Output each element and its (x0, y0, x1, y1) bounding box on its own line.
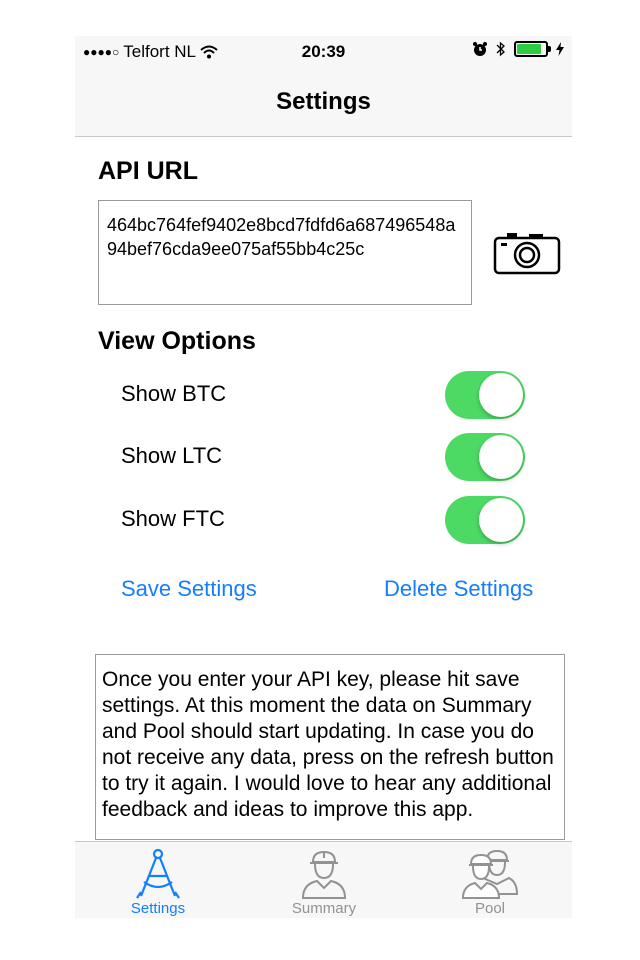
tab-label-settings: Settings (130, 900, 186, 917)
tab-label-summary: Summary (291, 900, 357, 917)
option-row-ltc: Show LTC (75, 431, 572, 481)
info-text-box[interactable]: Once you enter your API key, please hit … (95, 654, 565, 840)
option-row-btc: Show BTC (75, 369, 572, 419)
battery-icon (514, 41, 551, 57)
toggle-knob (479, 373, 523, 417)
worker-icon (301, 850, 347, 899)
app-screen: ●●●●○ Telfort NL 20:39 Settings API URL … (75, 36, 572, 918)
tab-settings[interactable]: Settings (75, 842, 241, 918)
workers-group-icon (461, 849, 519, 899)
alarm-icon (473, 42, 487, 56)
option-label-ftc: Show FTC (121, 506, 225, 531)
compass-icon (136, 848, 180, 899)
toggle-knob (479, 435, 523, 479)
api-url-heading: API URL (98, 157, 198, 185)
bluetooth-icon (496, 41, 505, 57)
tab-summary[interactable]: Summary (241, 842, 407, 918)
toggle-show-ftc[interactable] (445, 496, 525, 544)
save-settings-button[interactable]: Save Settings (121, 576, 257, 602)
status-bar: ●●●●○ Telfort NL 20:39 (75, 36, 572, 68)
tab-label-pool: Pool (474, 900, 506, 917)
option-label-ltc: Show LTC (121, 443, 223, 468)
camera-icon[interactable] (493, 231, 561, 275)
status-right (472, 41, 564, 57)
api-url-field[interactable]: 464bc764fef9402e8bcd7fdfd6a687496548a94b… (98, 200, 472, 305)
option-row-ftc: Show FTC (75, 494, 572, 544)
battery-level (517, 44, 541, 54)
charging-icon (556, 42, 564, 56)
toggle-show-btc[interactable] (445, 371, 525, 419)
delete-settings-button[interactable]: Delete Settings (384, 576, 533, 602)
tab-pool[interactable]: Pool (407, 842, 572, 918)
option-label-btc: Show BTC (121, 381, 227, 406)
page-title: Settings (276, 88, 371, 115)
toggle-knob (479, 498, 523, 542)
navigation-bar: Settings (75, 68, 572, 137)
toggle-show-ltc[interactable] (445, 433, 525, 481)
view-options-heading: View Options (98, 327, 256, 355)
tab-bar: Settings Summary Pool (75, 841, 572, 918)
